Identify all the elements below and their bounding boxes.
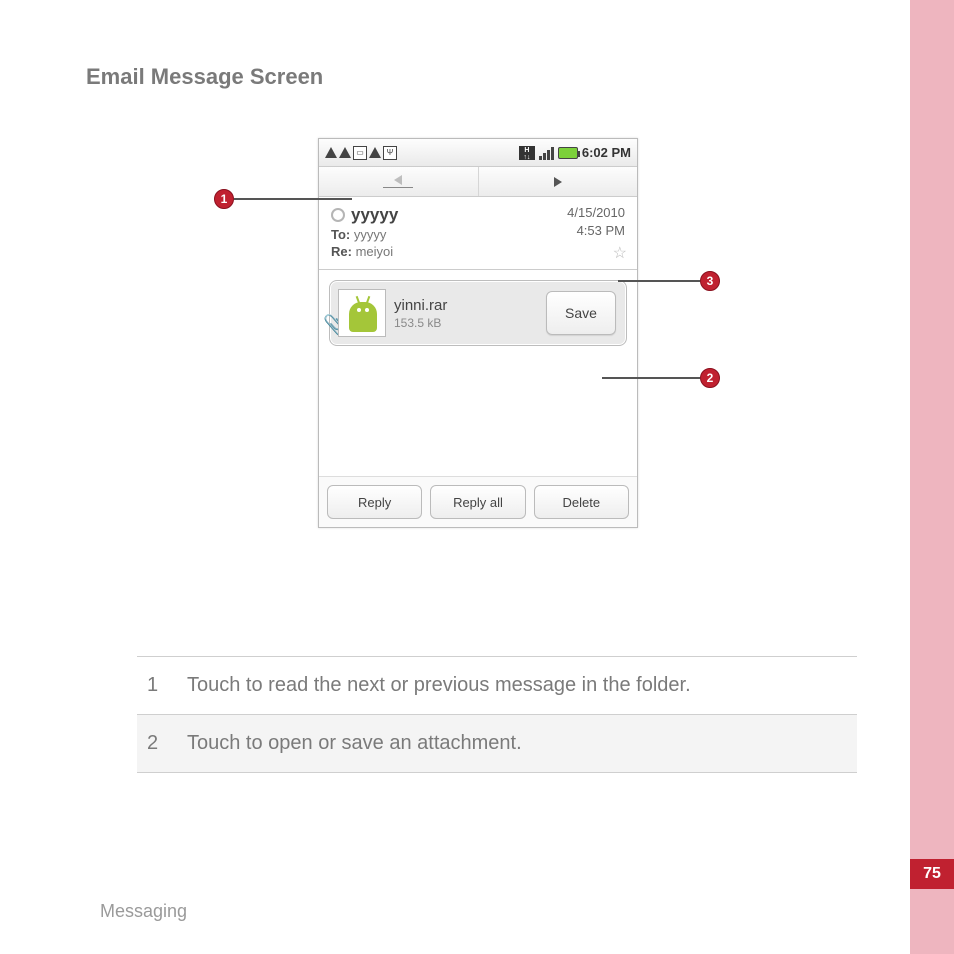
star-icon[interactable]: ☆ (613, 243, 627, 263)
message-time: 4:53 PM (577, 223, 625, 238)
warning-icon (325, 147, 337, 158)
data-network-icon: H↑↓ (519, 146, 535, 160)
signal-icon (539, 146, 554, 160)
presence-icon (331, 208, 345, 222)
message-header: yyyyy To: yyyyy Re: meiyoi 4/15/2010 4:5… (319, 197, 637, 270)
legend-desc: Touch to open or save an attachment. (187, 729, 522, 758)
status-notification-icons: ▭ Ψ (325, 146, 397, 160)
attachment-size: 153.5 kB (394, 316, 447, 330)
status-right-icons: H↑↓ 6:02 PM (519, 145, 631, 160)
page-number-badge: 75 (910, 859, 954, 889)
callout-3: 3 (700, 271, 720, 291)
legend-number: 2 (147, 732, 187, 755)
next-message-button[interactable] (479, 167, 638, 196)
warning-icon (369, 147, 381, 158)
reply-all-button[interactable]: Reply all (430, 485, 525, 519)
chevron-left-icon (394, 175, 402, 185)
from-name: yyyyy (351, 205, 398, 225)
to-value: yyyyy (354, 227, 387, 242)
legend-desc: Touch to read the next or previous messa… (187, 671, 691, 700)
table-row: 1 Touch to read the next or previous mes… (137, 657, 857, 714)
warning-icon (339, 147, 351, 158)
message-date: 4/15/2010 (567, 205, 625, 220)
reply-button[interactable]: Reply (327, 485, 422, 519)
callout-line (602, 377, 700, 379)
side-strip (910, 0, 954, 954)
battery-icon (558, 147, 578, 159)
callout-line (234, 198, 352, 200)
table-row: 2 Touch to open or save an attachment. (137, 714, 857, 772)
attachment-name: yinni.rar (394, 297, 447, 314)
usb-icon: Ψ (383, 146, 397, 160)
section-heading: Email Message Screen (86, 64, 323, 90)
message-body-area (319, 356, 637, 476)
save-button[interactable]: Save (546, 291, 616, 335)
status-time: 6:02 PM (582, 145, 631, 160)
callout-2: 2 (700, 368, 720, 388)
delete-button[interactable]: Delete (534, 485, 629, 519)
callout-1: 1 (214, 189, 234, 209)
card-icon: ▭ (353, 146, 367, 160)
phone-mockup: ▭ Ψ H↑↓ 6:02 PM yyyyy To: yyyyy (318, 138, 638, 528)
prev-message-button[interactable] (319, 167, 479, 196)
legend-number: 1 (147, 674, 187, 697)
message-nav (319, 167, 637, 197)
attachment-card: 📎 yinni.rar 153.5 kB Save (329, 280, 627, 346)
subject-value: meiyoi (356, 244, 394, 259)
android-icon (349, 302, 377, 332)
action-bar: Reply Reply all Delete (319, 476, 637, 527)
legend-table: 1 Touch to read the next or previous mes… (137, 656, 857, 773)
status-bar: ▭ Ψ H↑↓ 6:02 PM (319, 139, 637, 167)
subject-label: Re: (331, 244, 352, 259)
chevron-right-icon (554, 177, 562, 187)
to-label: To: (331, 227, 350, 242)
callout-line (618, 280, 700, 282)
attachment-thumbnail (338, 289, 386, 337)
footer-section-label: Messaging (100, 901, 187, 922)
